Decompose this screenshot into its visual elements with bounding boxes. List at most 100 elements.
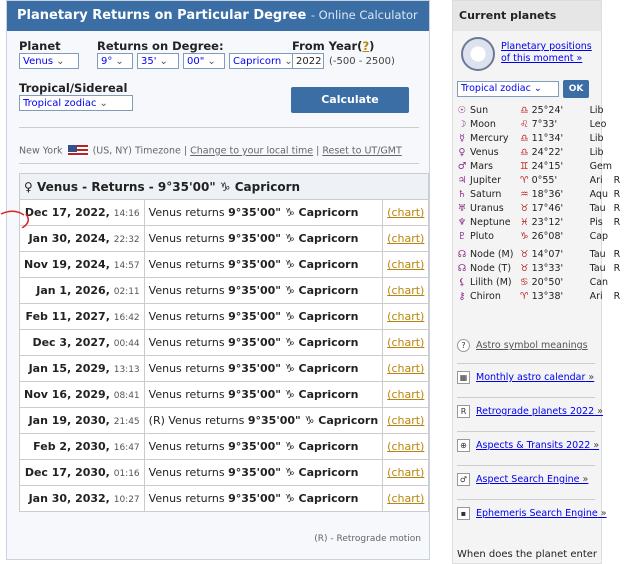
return-prefix: Venus returns bbox=[148, 284, 229, 297]
return-degree: 9°35'00" ♑ Capricorn bbox=[228, 310, 359, 323]
return-date: Dec 17, 2022, 14:16 bbox=[19, 199, 145, 226]
chart-link[interactable]: (chart) bbox=[387, 440, 424, 453]
return-degree: 9°35'00" ♑ Capricorn bbox=[228, 284, 359, 297]
return-date: Feb 11, 2027, 16:42 bbox=[19, 303, 145, 330]
planet-position: 13°33' bbox=[531, 263, 564, 274]
change-timezone-link[interactable]: Change to your local time bbox=[190, 146, 313, 157]
astro-symbols-link[interactable]: ? Astro symbol meanings bbox=[457, 339, 588, 352]
chart-link[interactable]: (chart) bbox=[387, 492, 424, 505]
return-degree: 9°35'00" ♑ Capricorn bbox=[228, 492, 359, 505]
return-date-text: Jan 30, 2032, bbox=[28, 492, 110, 505]
planet-position: 25°24' bbox=[531, 105, 564, 116]
return-time: 10:27 bbox=[113, 495, 140, 505]
return-time: 21:45 bbox=[113, 417, 140, 427]
return-time: 16:47 bbox=[113, 443, 140, 453]
return-date-text: Dec 17, 2030, bbox=[24, 466, 110, 479]
sidebar-link[interactable]: ▪ Ephemeris Search Engine » bbox=[457, 507, 607, 520]
ok-button[interactable]: OK bbox=[563, 80, 589, 98]
chart-cell: (chart) bbox=[382, 277, 430, 304]
planet-glyph-icon: ♄ bbox=[457, 189, 467, 200]
chart-link[interactable]: (chart) bbox=[387, 336, 424, 349]
sign-glyph-icon: ♓ bbox=[520, 217, 529, 228]
calculator-panel: Planetary Returns on Particular Degree -… bbox=[6, 0, 430, 560]
chart-link[interactable]: (chart) bbox=[387, 388, 424, 401]
zodiac-wheel-icon[interactable] bbox=[461, 37, 495, 71]
return-date-text: Dec 17, 2022, bbox=[24, 206, 110, 219]
arrow-icon: » bbox=[585, 372, 595, 383]
chart-link[interactable]: (chart) bbox=[387, 310, 424, 323]
planet-glyph-icon: ☽ bbox=[457, 119, 467, 130]
calculate-button[interactable]: Calculate bbox=[291, 87, 409, 113]
timezone-line: New York (US, NY) Timezone | Change to y… bbox=[19, 145, 402, 157]
second-select[interactable]: 00" ⌄ bbox=[183, 53, 225, 69]
minute-select[interactable]: 35' ⌄ bbox=[137, 53, 179, 69]
sidebar-link[interactable]: R Retrograde planets 2022 » bbox=[457, 405, 603, 418]
planetary-positions-link[interactable]: Planetary positions of this moment » bbox=[501, 41, 601, 65]
planet-row: ⚷ Chiron ♈ 13°38' Ari R bbox=[457, 290, 621, 303]
return-prefix: Venus returns bbox=[148, 492, 229, 505]
sidebar-link[interactable]: ⊕ Aspects & Transits 2022 » bbox=[457, 439, 599, 452]
chart-link[interactable]: (chart) bbox=[387, 206, 424, 219]
return-date: Dec 17, 2030, 01:16 bbox=[19, 459, 145, 486]
reset-utc-link[interactable]: Reset to UT/GMT bbox=[322, 146, 401, 157]
sign-glyph-icon: ♌ bbox=[520, 119, 529, 130]
sidebar-link[interactable]: ♂ Aspect Search Engine » bbox=[457, 473, 588, 486]
timezone-city: New York bbox=[19, 145, 63, 157]
table-row: Nov 16, 2029, 08:41 Venus returns 9°35'00… bbox=[19, 381, 430, 408]
return-date: Jan 19, 2030, 21:45 bbox=[19, 407, 145, 434]
return-date-text: Nov 19, 2024, bbox=[24, 258, 110, 271]
return-date: Jan 30, 2024, 22:32 bbox=[19, 225, 145, 252]
divider bbox=[457, 397, 595, 398]
return-date: Nov 19, 2024, 14:57 bbox=[19, 251, 145, 278]
chart-link[interactable]: (chart) bbox=[387, 362, 424, 375]
return-description: Venus returns 9°35'00" ♑ Capricorn bbox=[143, 433, 384, 460]
return-date: Jan 30, 2032, 10:27 bbox=[19, 485, 145, 512]
chart-link[interactable]: (chart) bbox=[387, 258, 424, 271]
sidebar-zodiac-select[interactable]: Tropical zodiac ⌄ bbox=[457, 81, 559, 97]
return-prefix: Venus returns bbox=[148, 466, 229, 479]
planet-sign: Tau bbox=[589, 203, 606, 214]
year-input[interactable]: 2022 bbox=[292, 53, 324, 69]
return-degree: 9°35'00" ♑ Capricorn bbox=[228, 440, 359, 453]
sign-glyph-icon: ♉ bbox=[520, 263, 529, 274]
calculator-header: Planetary Returns on Particular Degree -… bbox=[7, 1, 429, 31]
return-description: Venus returns 9°35'00" ♑ Capricorn bbox=[143, 355, 384, 382]
chart-link[interactable]: (chart) bbox=[387, 232, 424, 245]
return-prefix: Venus returns bbox=[148, 440, 229, 453]
table-row: Dec 17, 2030, 01:16 Venus returns 9°35'00… bbox=[19, 459, 430, 486]
return-prefix: Venus returns bbox=[148, 336, 229, 349]
planet-sign: Lib bbox=[589, 133, 604, 144]
planet-glyph-icon: ⚷ bbox=[458, 291, 466, 302]
planet-row: ♅ Uranus ♉ 17°46' Tau R bbox=[457, 202, 620, 215]
sidebar-link-label: Retrograde planets 2022 bbox=[476, 406, 595, 417]
sidebar-link[interactable]: ▦ Monthly astro calendar » bbox=[457, 371, 594, 384]
chart-link[interactable]: (chart) bbox=[387, 414, 424, 427]
divider bbox=[457, 465, 595, 466]
sign-glyph-icon: ♎ bbox=[520, 105, 529, 116]
chart-link[interactable]: (chart) bbox=[387, 466, 424, 479]
return-description: Venus returns 9°35'00" ♑ Capricorn bbox=[143, 459, 384, 486]
chart-cell: (chart) bbox=[382, 251, 430, 278]
zodiac-select[interactable]: Tropical zodiac ⌄ bbox=[19, 95, 133, 111]
chart-link[interactable]: (chart) bbox=[387, 284, 424, 297]
return-time: 13:13 bbox=[113, 365, 140, 375]
table-row: Jan 30, 2032, 10:27 Venus returns 9°35'00… bbox=[19, 485, 430, 512]
chart-cell: (chart) bbox=[382, 459, 430, 486]
planet-sign: Tau bbox=[589, 249, 606, 260]
return-date-text: Jan 30, 2024, bbox=[28, 232, 110, 245]
sign-select-value: Capricorn bbox=[233, 56, 282, 67]
planet-label: Planet bbox=[19, 39, 61, 53]
retrograde-flag: R bbox=[613, 175, 621, 186]
retrograde-icon: R bbox=[457, 405, 470, 418]
planet-position: 0°55' bbox=[531, 175, 558, 186]
planet-select[interactable]: Venus ⌄ bbox=[19, 53, 79, 69]
planet-row: ♀ Venus ♎ 24°22' Lib bbox=[457, 146, 614, 159]
planet-row: ☽ Moon ♌ 7°33' Leo bbox=[457, 118, 614, 131]
sign-select[interactable]: Capricorn ⌄ bbox=[229, 53, 293, 69]
degree-select[interactable]: 9° ⌄ bbox=[97, 53, 133, 69]
search-icon: ♂ bbox=[457, 473, 470, 486]
return-prefix: Venus returns bbox=[148, 206, 229, 219]
chart-cell: (chart) bbox=[382, 485, 430, 512]
return-description: (R) Venus returns 9°35'00" ♑ Capricorn bbox=[143, 407, 384, 434]
sidebar-link-label: Monthly astro calendar bbox=[476, 372, 586, 383]
